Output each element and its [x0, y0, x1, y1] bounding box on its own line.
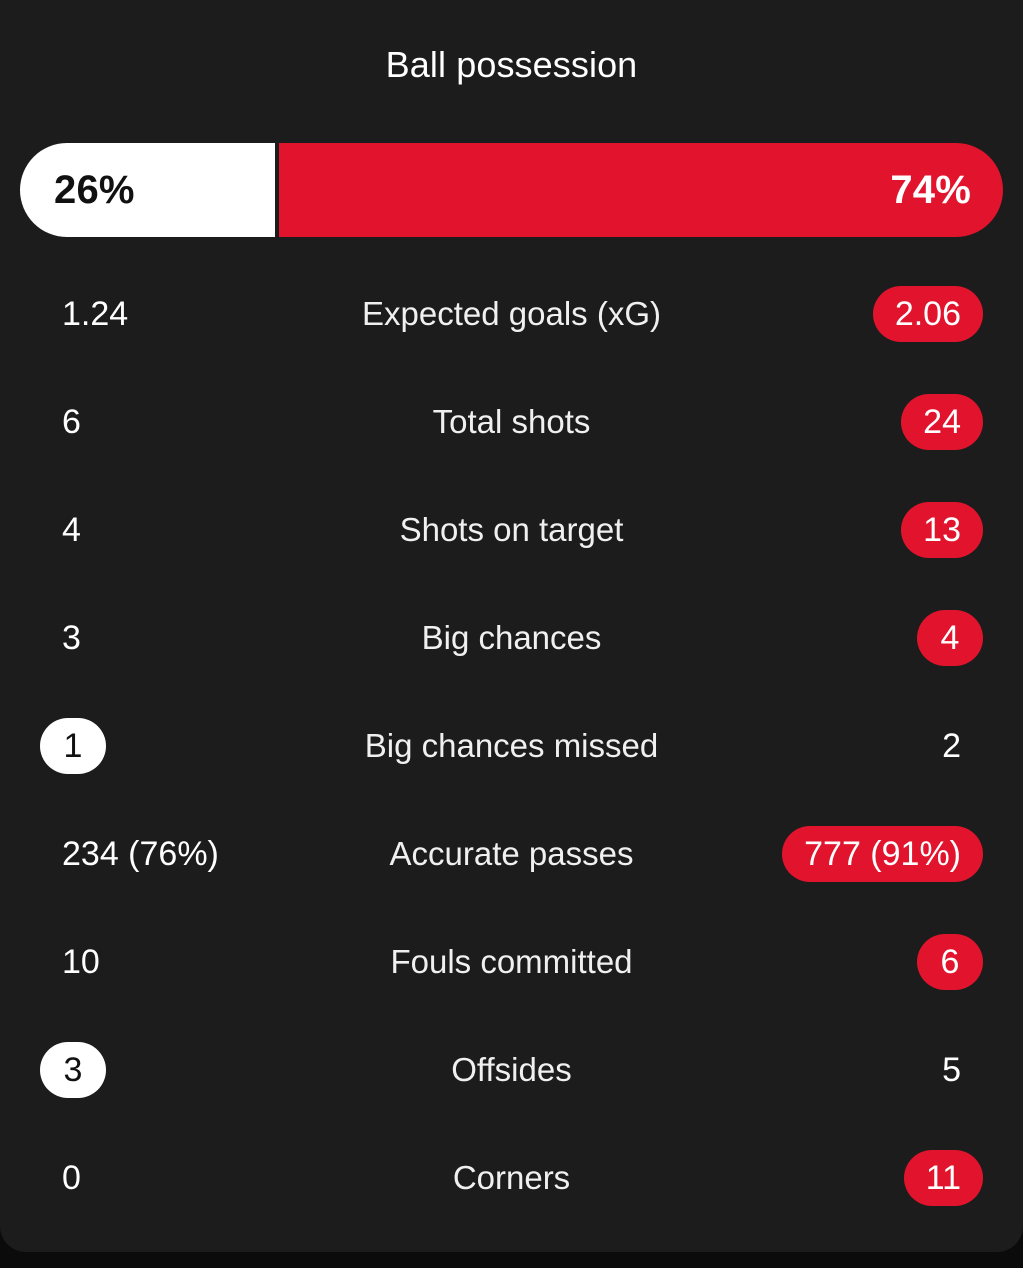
- possession-home-value: 26%: [54, 167, 135, 212]
- stat-label: Big chances: [421, 619, 602, 656]
- stat-away-value: 777 (91%): [782, 826, 983, 882]
- stat-away-cell: 4: [917, 610, 983, 666]
- stat-label: Corners: [452, 1159, 571, 1196]
- stat-row: 234 (76%) Accurate passes 777 (91%): [0, 800, 1023, 908]
- stat-row: 4 Shots on target 13: [0, 476, 1023, 584]
- stat-home-cell: 3: [40, 610, 103, 666]
- stat-away-value: 5: [942, 1051, 961, 1089]
- stat-away-value: 24: [901, 394, 983, 450]
- stat-away-value: 11: [903, 1150, 983, 1206]
- stat-home-cell: 1.24: [40, 286, 150, 342]
- stat-row: 1 Big chances missed 2: [0, 692, 1023, 800]
- stat-away-cell: 13: [901, 502, 983, 558]
- stat-away-cell: 11: [903, 1150, 983, 1206]
- stat-home-value: 6: [62, 403, 81, 441]
- stat-away-value: 4: [917, 610, 983, 666]
- stat-away-value: 2.06: [872, 286, 983, 342]
- stat-home-value: 1.24: [62, 295, 129, 333]
- stat-away-value: 6: [917, 934, 983, 990]
- possession-segment-home: 26%: [20, 143, 275, 237]
- stat-home-cell: 0: [40, 1150, 103, 1206]
- stat-row: 3 Big chances 4: [0, 584, 1023, 692]
- match-statistics-screen: Ball possession 26% 74% 1.24 Expected goa…: [0, 0, 1023, 1268]
- stat-home-value: 4: [62, 511, 81, 549]
- stat-away-cell: 2: [920, 718, 983, 774]
- statistics-card: Ball possession 26% 74% 1.24 Expected goa…: [0, 0, 1023, 1252]
- stat-row: 0 Corners 11: [0, 1124, 1023, 1232]
- stat-row: 3 Offsides 5: [0, 1016, 1023, 1124]
- stat-away-cell: 6: [917, 934, 983, 990]
- stat-label: Total shots: [432, 403, 591, 440]
- stat-home-cell: 10: [40, 934, 122, 990]
- stat-home-cell: 6: [40, 394, 103, 450]
- stat-label: Expected goals (xG): [362, 295, 661, 332]
- stat-home-value: 1: [40, 718, 106, 774]
- stat-home-value: 234 (76%): [62, 835, 219, 873]
- stat-row: 6 Total shots 24: [0, 368, 1023, 476]
- ball-possession-bar: 26% 74%: [20, 143, 1003, 237]
- stat-label: Big chances missed: [364, 727, 659, 764]
- stat-home-cell: 4: [40, 502, 103, 558]
- possession-segment-away: 74%: [279, 143, 1003, 237]
- stat-label: Fouls committed: [390, 943, 633, 980]
- stat-away-cell: 24: [901, 394, 983, 450]
- stat-home-value: 3: [40, 1042, 106, 1098]
- stat-home-cell: 234 (76%): [40, 826, 241, 882]
- page-title: Ball possession: [385, 44, 638, 85]
- stat-home-cell: 1: [40, 718, 106, 774]
- stat-away-value: 2: [942, 727, 961, 765]
- stat-away-cell: 2.06: [872, 286, 983, 342]
- stat-home-value: 0: [62, 1159, 81, 1197]
- stat-row: 1.24 Expected goals (xG) 2.06: [0, 260, 1023, 368]
- stat-label: Offsides: [451, 1051, 572, 1088]
- stat-away-cell: 777 (91%): [782, 826, 983, 882]
- stat-row: 10 Fouls committed 6: [0, 908, 1023, 1016]
- stat-home-value: 3: [62, 619, 81, 657]
- stat-home-value: 10: [62, 943, 100, 981]
- stat-away-value: 13: [901, 502, 983, 558]
- statistics-row-list: 1.24 Expected goals (xG) 2.06 6 Total shots 2…: [0, 260, 1023, 1232]
- possession-away-value: 74%: [890, 167, 971, 212]
- stat-label: Shots on target: [399, 511, 624, 548]
- stat-home-cell: 3: [40, 1042, 106, 1098]
- stat-away-cell: 5: [920, 1042, 983, 1098]
